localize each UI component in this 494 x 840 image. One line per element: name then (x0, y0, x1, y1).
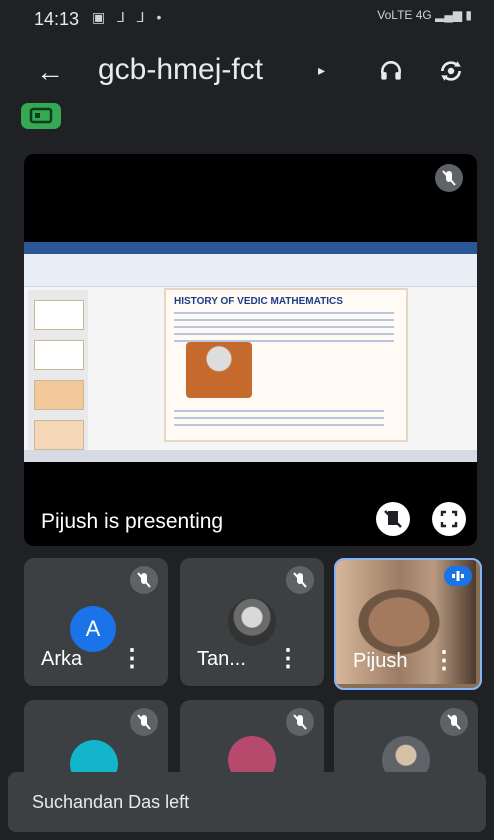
mic-off-icon (130, 708, 158, 736)
ppt-status-bar (24, 450, 477, 462)
slide-title: HISTORY OF VEDIC MATHEMATICS (174, 296, 343, 307)
more-vert-icon[interactable]: ⋮ (120, 644, 144, 673)
back-arrow-icon[interactable]: ← (36, 56, 64, 88)
slide-thumbnails (28, 290, 88, 458)
presentation-stage[interactable]: HISTORY OF VEDIC MATHEMATICS Pijush is p… (24, 154, 477, 546)
participant-name: Pijush (353, 650, 408, 672)
avatar (228, 598, 276, 646)
shared-screen: HISTORY OF VEDIC MATHEMATICS (24, 242, 477, 462)
more-vert-icon[interactable]: ⋮ (276, 644, 300, 673)
notification-toast: Suchandan Das left (8, 772, 486, 832)
mic-off-icon (286, 708, 314, 736)
status-time: 14:13 (34, 9, 80, 29)
slide-footer-text (174, 410, 384, 428)
avatar: A (70, 606, 116, 652)
more-vert-icon[interactable]: ⋮ (432, 646, 456, 675)
mic-off-icon (440, 708, 468, 736)
cast-badge-icon[interactable] (21, 103, 61, 129)
participant-tile-arka[interactable]: A Arka ⋮ (24, 558, 168, 686)
notification-icons: ▣ ⅃ ⅃ • (92, 9, 166, 25)
status-bar: 14:13 ▣ ⅃ ⅃ • VoLTE 4G ▂▄▆ ▮ (0, 0, 494, 36)
toast-text: Suchandan Das left (32, 792, 190, 812)
caret-right-icon[interactable]: ▸ (318, 62, 325, 79)
participant-name: Arka (41, 648, 83, 670)
cast-badge-glyph (29, 107, 53, 124)
ppt-ribbon (24, 242, 477, 287)
meeting-code-title[interactable]: gcb-hmej-fct (98, 53, 263, 87)
fullscreen-icon[interactable] (432, 502, 466, 536)
stop-presenting-icon[interactable] (376, 502, 410, 536)
signal-battery-icons: VoLTE 4G ▂▄▆ ▮ (377, 8, 472, 22)
current-slide: HISTORY OF VEDIC MATHEMATICS (164, 288, 408, 442)
participant-tile-tan[interactable]: Tan... ⋮ (180, 558, 324, 686)
mic-off-icon (130, 566, 158, 594)
participant-name: Tan... (197, 648, 246, 670)
call-header: ← gcb-hmej-fct ▸ (0, 48, 494, 96)
presenting-label: Pijush is presenting (41, 510, 224, 533)
slide-thumbnail (34, 300, 84, 330)
slide-thumbnail (34, 340, 84, 370)
ppt-tabs (24, 242, 477, 254)
slide-thumbnail (34, 420, 84, 450)
slide-photo (186, 342, 252, 398)
mic-off-icon (435, 164, 463, 192)
speaker-dots-icon (444, 566, 472, 586)
mic-off-icon (286, 566, 314, 594)
slide-text (174, 312, 394, 342)
participant-tile-pijush[interactable]: Pijush ⋮ (334, 558, 482, 690)
slide-thumbnail (34, 380, 84, 410)
camera-switch-icon[interactable] (438, 58, 464, 84)
headphone-icon[interactable] (378, 58, 404, 84)
